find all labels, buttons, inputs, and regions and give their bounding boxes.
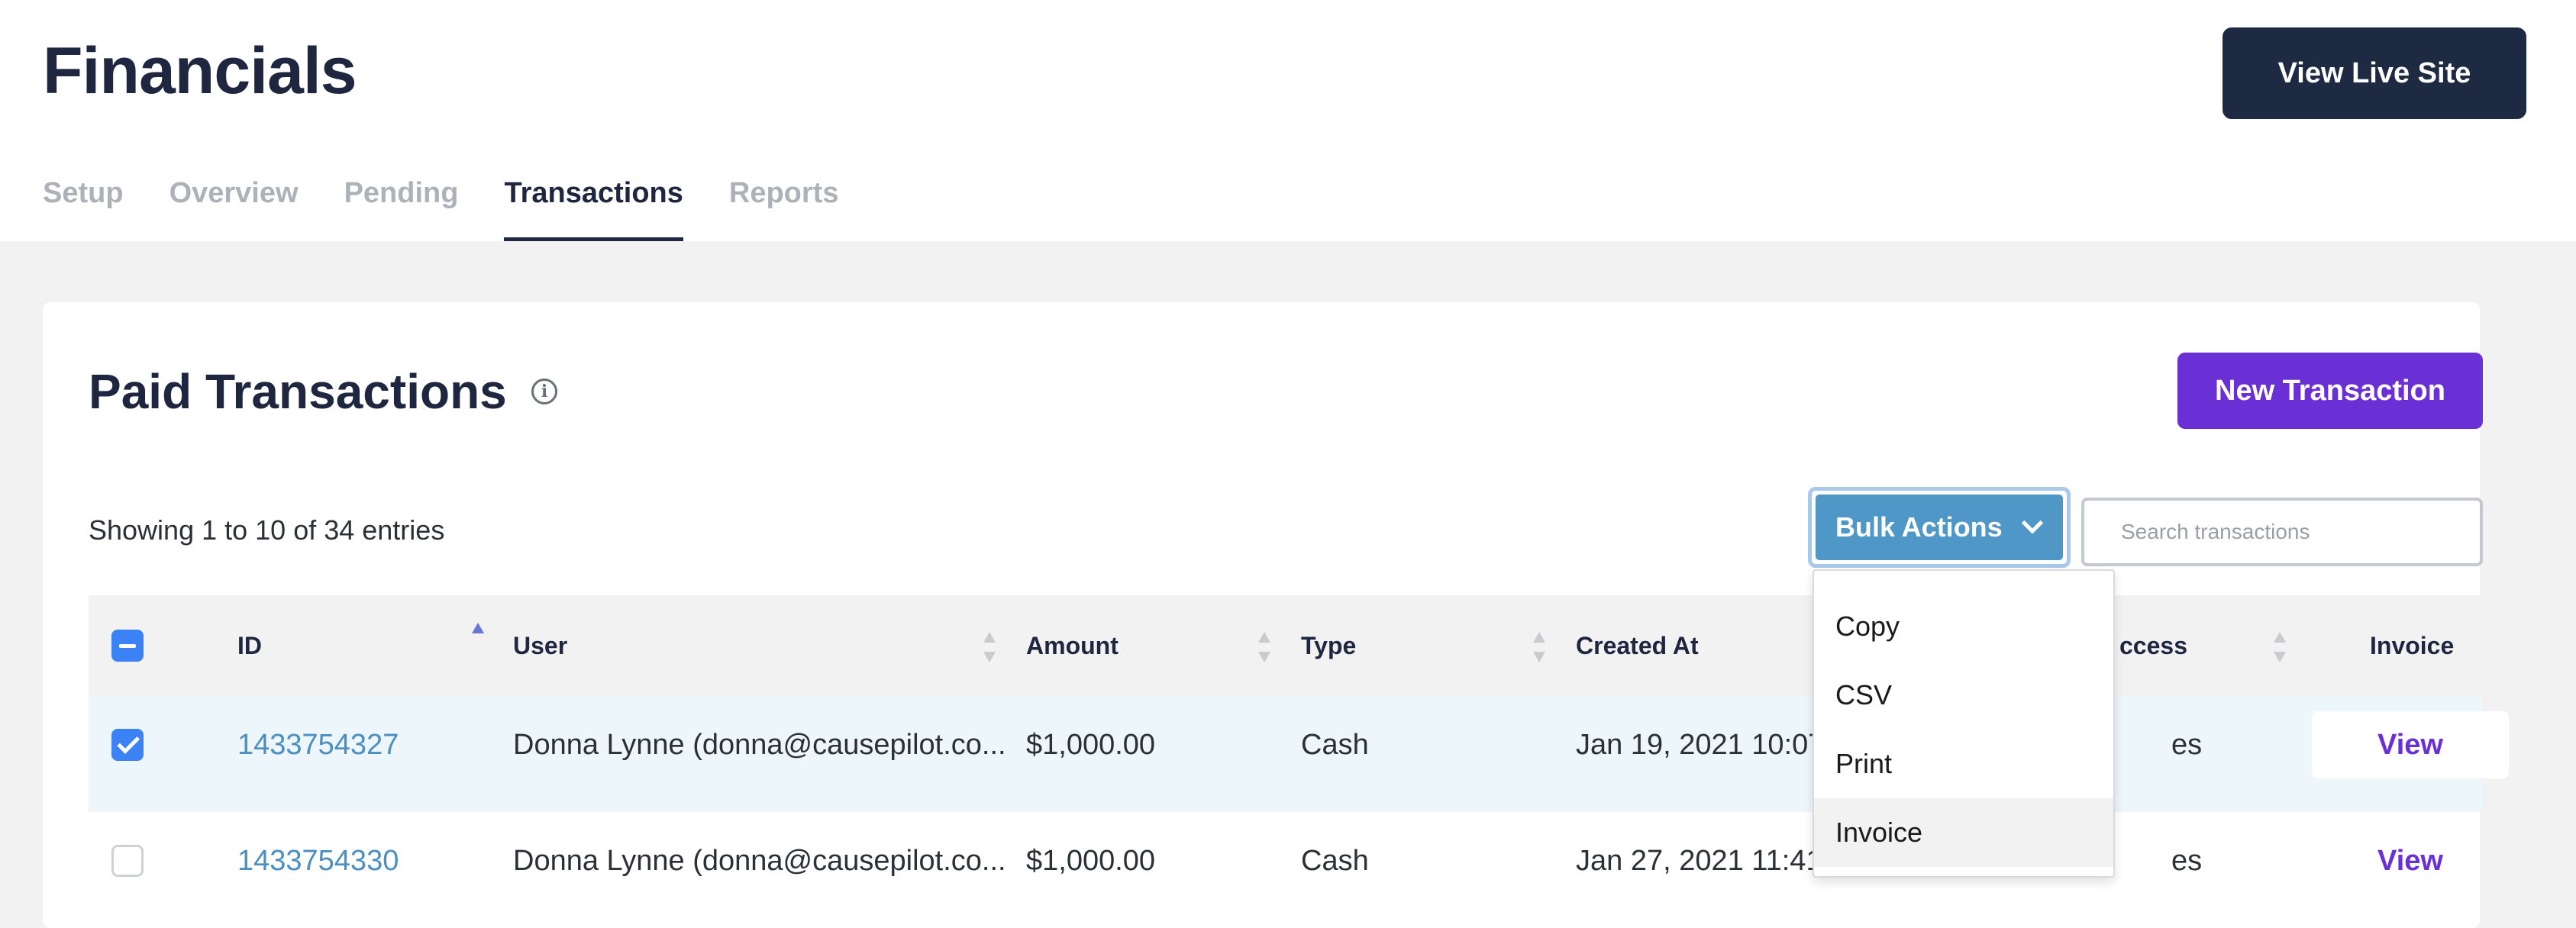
column-header-created-at[interactable]: Created At [1576,595,1699,696]
sort-asc-icon[interactable] [472,623,484,653]
bulk-actions-button[interactable]: Bulk Actions [1816,495,2063,560]
menu-item-invoice[interactable]: Invoice [1814,798,2113,867]
column-header-invoice: Invoice [2370,631,2455,659]
bulk-actions-menu: Copy CSV Print Invoice [1813,569,2115,878]
row-select-cell [111,696,144,794]
tab-overview[interactable]: Overview [169,177,299,241]
invoice-cell: View [2312,812,2509,910]
sort-icon[interactable] [2274,632,2286,662]
column-header-access[interactable]: ccess [2119,595,2187,696]
user-cell: Donna Lynne (donna@causepilot.co... [513,844,1006,877]
access-cell: es [2171,844,2203,877]
row-select-cell [111,812,144,910]
menu-item-print[interactable]: Print [1814,730,2113,798]
tab-bar: Setup Overview Pending Transactions Repo… [43,177,884,241]
select-all-checkbox[interactable] [111,630,144,662]
table-header: ID User Amount Type Created At ccess Inv… [89,595,2483,696]
search-input[interactable] [2081,498,2483,566]
created-at-cell: Jan 27, 2021 11:41 [1576,844,1822,877]
tab-pending[interactable]: Pending [344,177,459,241]
page-title: Financials [43,34,357,108]
user-cell: Donna Lynne (donna@causepilot.co... [513,728,1006,761]
row-checkbox[interactable] [111,729,144,761]
info-icon[interactable]: i [531,379,557,404]
table-row[interactable]: 1433754330 Donna Lynne (donna@causepilot… [89,812,2483,928]
access-cell: es [2171,728,2203,761]
column-header-type[interactable]: Type [1301,595,1356,696]
sort-icon[interactable] [1533,632,1545,662]
column-header-amount[interactable]: Amount [1026,595,1119,696]
table-row[interactable]: 1433754327 Donna Lynne (donna@causepilot… [89,696,2509,812]
view-invoice-button[interactable]: View [2312,711,2509,778]
new-transaction-button[interactable]: New Transaction [2177,353,2483,429]
type-cell: Cash [1301,844,1369,877]
row-checkbox[interactable] [111,845,144,877]
page-header: Financials View Live Site Setup Overview… [0,0,2576,241]
type-cell: Cash [1301,728,1369,761]
select-all-cell [111,595,144,696]
card-title: Paid Transactions [89,364,507,419]
menu-item-copy[interactable]: Copy [1814,592,2113,661]
chevron-down-icon [2021,512,2044,534]
sort-icon[interactable] [1258,632,1270,662]
created-at-cell: Jan 19, 2021 10:07 [1576,728,1825,761]
menu-item-csv[interactable]: CSV [1814,661,2113,730]
sort-icon[interactable] [983,632,996,662]
tab-setup[interactable]: Setup [43,177,124,241]
bulk-actions-focus-ring: Bulk Actions [1808,487,2071,568]
bulk-actions-label: Bulk Actions [1835,511,2003,543]
amount-cell: $1,000.00 [1026,728,1156,761]
column-header-id[interactable]: ID [237,595,262,696]
invoice-cell: View [2312,696,2509,794]
tab-reports[interactable]: Reports [729,177,839,241]
transactions-table: ID User Amount Type Created At ccess Inv… [89,595,2509,928]
transaction-id-link[interactable]: 1433754330 [237,812,399,910]
entries-count: Showing 1 to 10 of 34 entries [89,514,445,546]
column-header-user[interactable]: User [513,595,567,696]
view-invoice-button[interactable]: View [2312,827,2509,894]
amount-cell: $1,000.00 [1026,844,1156,877]
transaction-id-link[interactable]: 1433754327 [237,696,399,794]
view-live-site-button[interactable]: View Live Site [2223,27,2526,119]
tab-transactions[interactable]: Transactions [504,177,684,241]
